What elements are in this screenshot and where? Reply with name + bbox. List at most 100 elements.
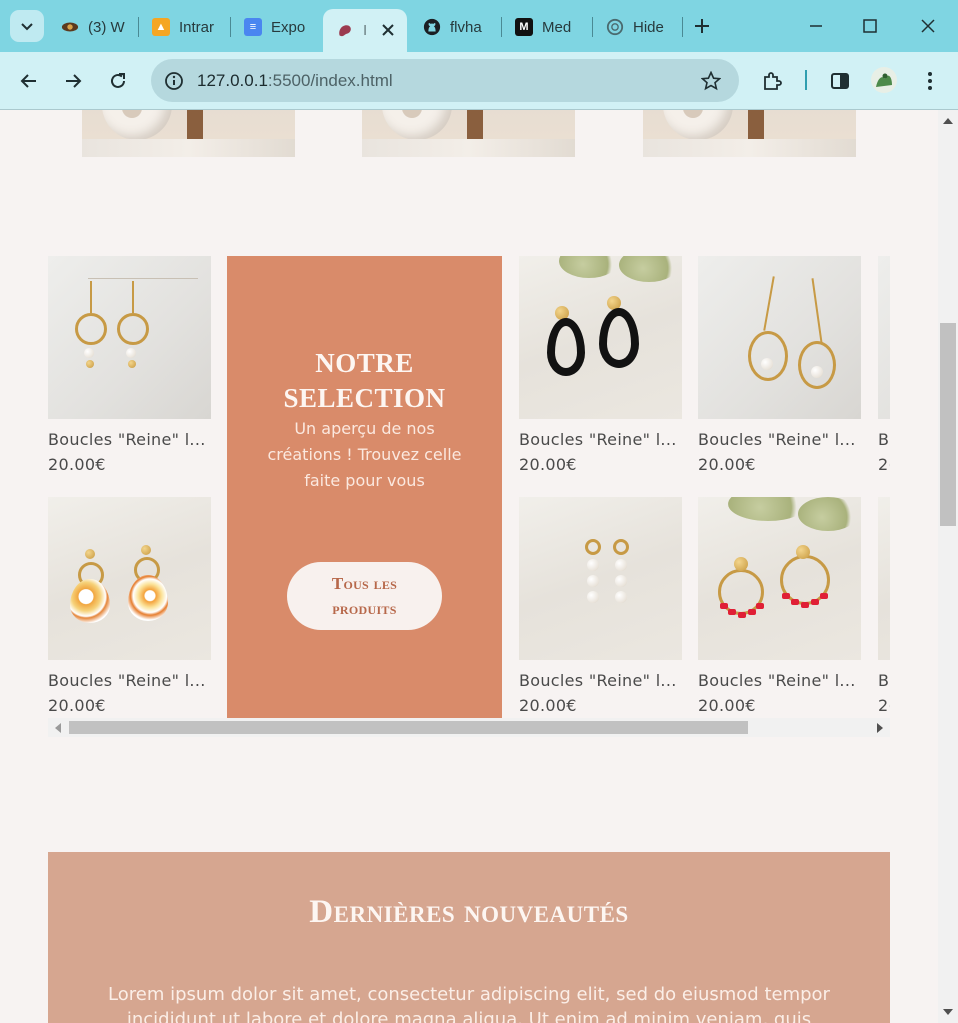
tab-label: Med <box>542 18 572 36</box>
close-tab-icon[interactable] <box>379 21 397 39</box>
tab-github[interactable]: flvha <box>410 9 498 45</box>
cloth-shape <box>643 139 856 157</box>
pearl-shape <box>615 559 627 571</box>
stud-shape <box>734 557 748 571</box>
news-body: Lorem ipsum dolor sit amet, consectetur … <box>108 984 830 1023</box>
forward-button[interactable] <box>57 65 89 97</box>
product-carousel[interactable]: Boucles "Reine" l... 20.00€ Boucles "Rei… <box>48 256 890 718</box>
tab-medium[interactable]: M Med <box>502 9 590 45</box>
product-name[interactable]: Boucles "Reine" l... <box>519 671 682 690</box>
page-viewport: Boucles "Reine" l... 20.00€ Boucles "Rei… <box>0 110 938 1023</box>
tab-intranet[interactable]: ▲ Intrar <box>139 9 227 45</box>
product-price: 20.00€ <box>48 455 106 474</box>
carousel-scroll-thumb[interactable] <box>69 721 748 734</box>
pearl-shape <box>587 575 599 587</box>
product-name[interactable]: Boucles "Reine" l... <box>48 671 211 690</box>
greenery-shape <box>559 256 619 278</box>
product-card[interactable]: Boucles "Reine" l... 20.00€ <box>519 497 682 715</box>
carousel-scrollbar[interactable] <box>48 718 890 737</box>
scroll-up-icon[interactable] <box>943 118 953 124</box>
product-photo[interactable] <box>48 497 211 660</box>
floral-half-moon-shape <box>128 575 168 621</box>
product-photo[interactable] <box>48 256 211 419</box>
product-card[interactable]: Boucles "Reine" l... 20.00€ <box>48 256 211 474</box>
news-heading: Dernières nouveautés <box>309 894 629 930</box>
tab-label: (3) W <box>88 18 125 36</box>
greenery-shape <box>798 497 858 531</box>
stud-shape <box>141 545 151 555</box>
browser-menu-button[interactable] <box>914 65 946 97</box>
cork-shape <box>187 110 203 142</box>
product-name[interactable]: B <box>878 430 890 449</box>
product-name[interactable]: B <box>878 671 890 690</box>
product-card-partial[interactable]: B 2( <box>878 256 890 474</box>
product-card[interactable]: Boucles "Reine" l... 20.00€ <box>698 497 861 715</box>
profile-avatar[interactable] <box>871 67 897 93</box>
product-card[interactable]: Boucles "Reine" l... 20.00€ <box>519 256 682 474</box>
hoop-shape <box>75 313 107 345</box>
tab-docs[interactable]: ≡ Expo <box>231 9 319 45</box>
all-products-button[interactable]: Tous les produits <box>287 562 442 630</box>
product-photo[interactable] <box>878 256 890 419</box>
bookmark-star-icon[interactable] <box>699 69 723 93</box>
product-photo[interactable] <box>878 497 890 660</box>
hoop-shape <box>748 331 788 381</box>
gallery-image <box>362 110 575 157</box>
product-photo[interactable] <box>519 497 682 660</box>
product-price: 20.00€ <box>519 696 577 715</box>
hoop-shape <box>798 341 836 389</box>
minimize-button[interactable] <box>796 8 836 44</box>
product-name[interactable]: Boucles "Reine" l... <box>48 430 211 449</box>
pearl-shape <box>84 348 94 358</box>
black-teardrop-shape <box>599 308 639 368</box>
tab-whatsapp[interactable]: (3) W <box>48 9 136 45</box>
maximize-icon <box>863 19 877 33</box>
close-window-button[interactable] <box>908 8 948 44</box>
button-label-line2: produits <box>332 599 397 618</box>
product-card[interactable]: Boucles "Reine" l... 20.00€ <box>698 256 861 474</box>
arrow-left-icon <box>20 74 36 88</box>
tab-strip: (3) W ▲ Intrar ≡ Expo I flvha M Med Hide <box>0 0 958 52</box>
product-card[interactable]: Boucles "Reine" l... 20.00€ <box>48 497 211 715</box>
page-scrollbar[interactable] <box>938 110 958 1023</box>
red-bead-shape <box>728 609 736 615</box>
red-bead-shape <box>738 612 746 618</box>
product-photo[interactable] <box>698 256 861 419</box>
gallery-image <box>643 110 856 157</box>
extensions-button[interactable] <box>756 65 788 97</box>
tab-label: Intrar <box>179 18 215 36</box>
plus-icon <box>695 19 709 33</box>
stud-shape <box>85 549 95 559</box>
product-photo[interactable] <box>698 497 861 660</box>
product-name[interactable]: Boucles "Reine" l... <box>519 430 682 449</box>
url-text[interactable]: 127.0.0.1:5500/index.html <box>197 71 393 91</box>
selection-title-line1: NOTRE <box>315 348 414 378</box>
maximize-button[interactable] <box>850 8 890 44</box>
address-bar[interactable]: 127.0.0.1:5500/index.html <box>151 59 739 102</box>
reload-button[interactable] <box>102 65 134 97</box>
back-button[interactable] <box>13 65 45 97</box>
scroll-left-icon[interactable] <box>55 723 61 733</box>
pearl-shape <box>615 591 627 603</box>
page-scroll-thumb[interactable] <box>940 323 956 526</box>
tab-label: I <box>363 22 368 39</box>
product-card-partial[interactable]: B 2( <box>878 497 890 715</box>
stud-shape <box>796 545 810 559</box>
product-photo[interactable] <box>519 256 682 419</box>
tab-search-button[interactable] <box>10 10 44 42</box>
openai-icon <box>606 18 624 36</box>
tab-separator <box>682 17 683 37</box>
new-tab-button[interactable] <box>690 14 714 38</box>
product-name[interactable]: Boucles "Reine" l... <box>698 430 861 449</box>
scroll-right-icon[interactable] <box>877 723 883 733</box>
site-info-icon[interactable] <box>161 68 187 94</box>
side-panel-button[interactable] <box>824 65 856 97</box>
tab-active-site[interactable]: I <box>323 9 407 52</box>
scroll-down-icon[interactable] <box>943 1009 953 1015</box>
puzzle-icon <box>764 72 782 90</box>
hoop-shape <box>117 313 149 345</box>
product-name[interactable]: Boucles "Reine" l... <box>698 671 861 690</box>
selection-title-line2: SELECTION <box>283 383 446 413</box>
hook-shape <box>613 539 629 555</box>
tab-openai[interactable]: Hide <box>593 9 681 45</box>
